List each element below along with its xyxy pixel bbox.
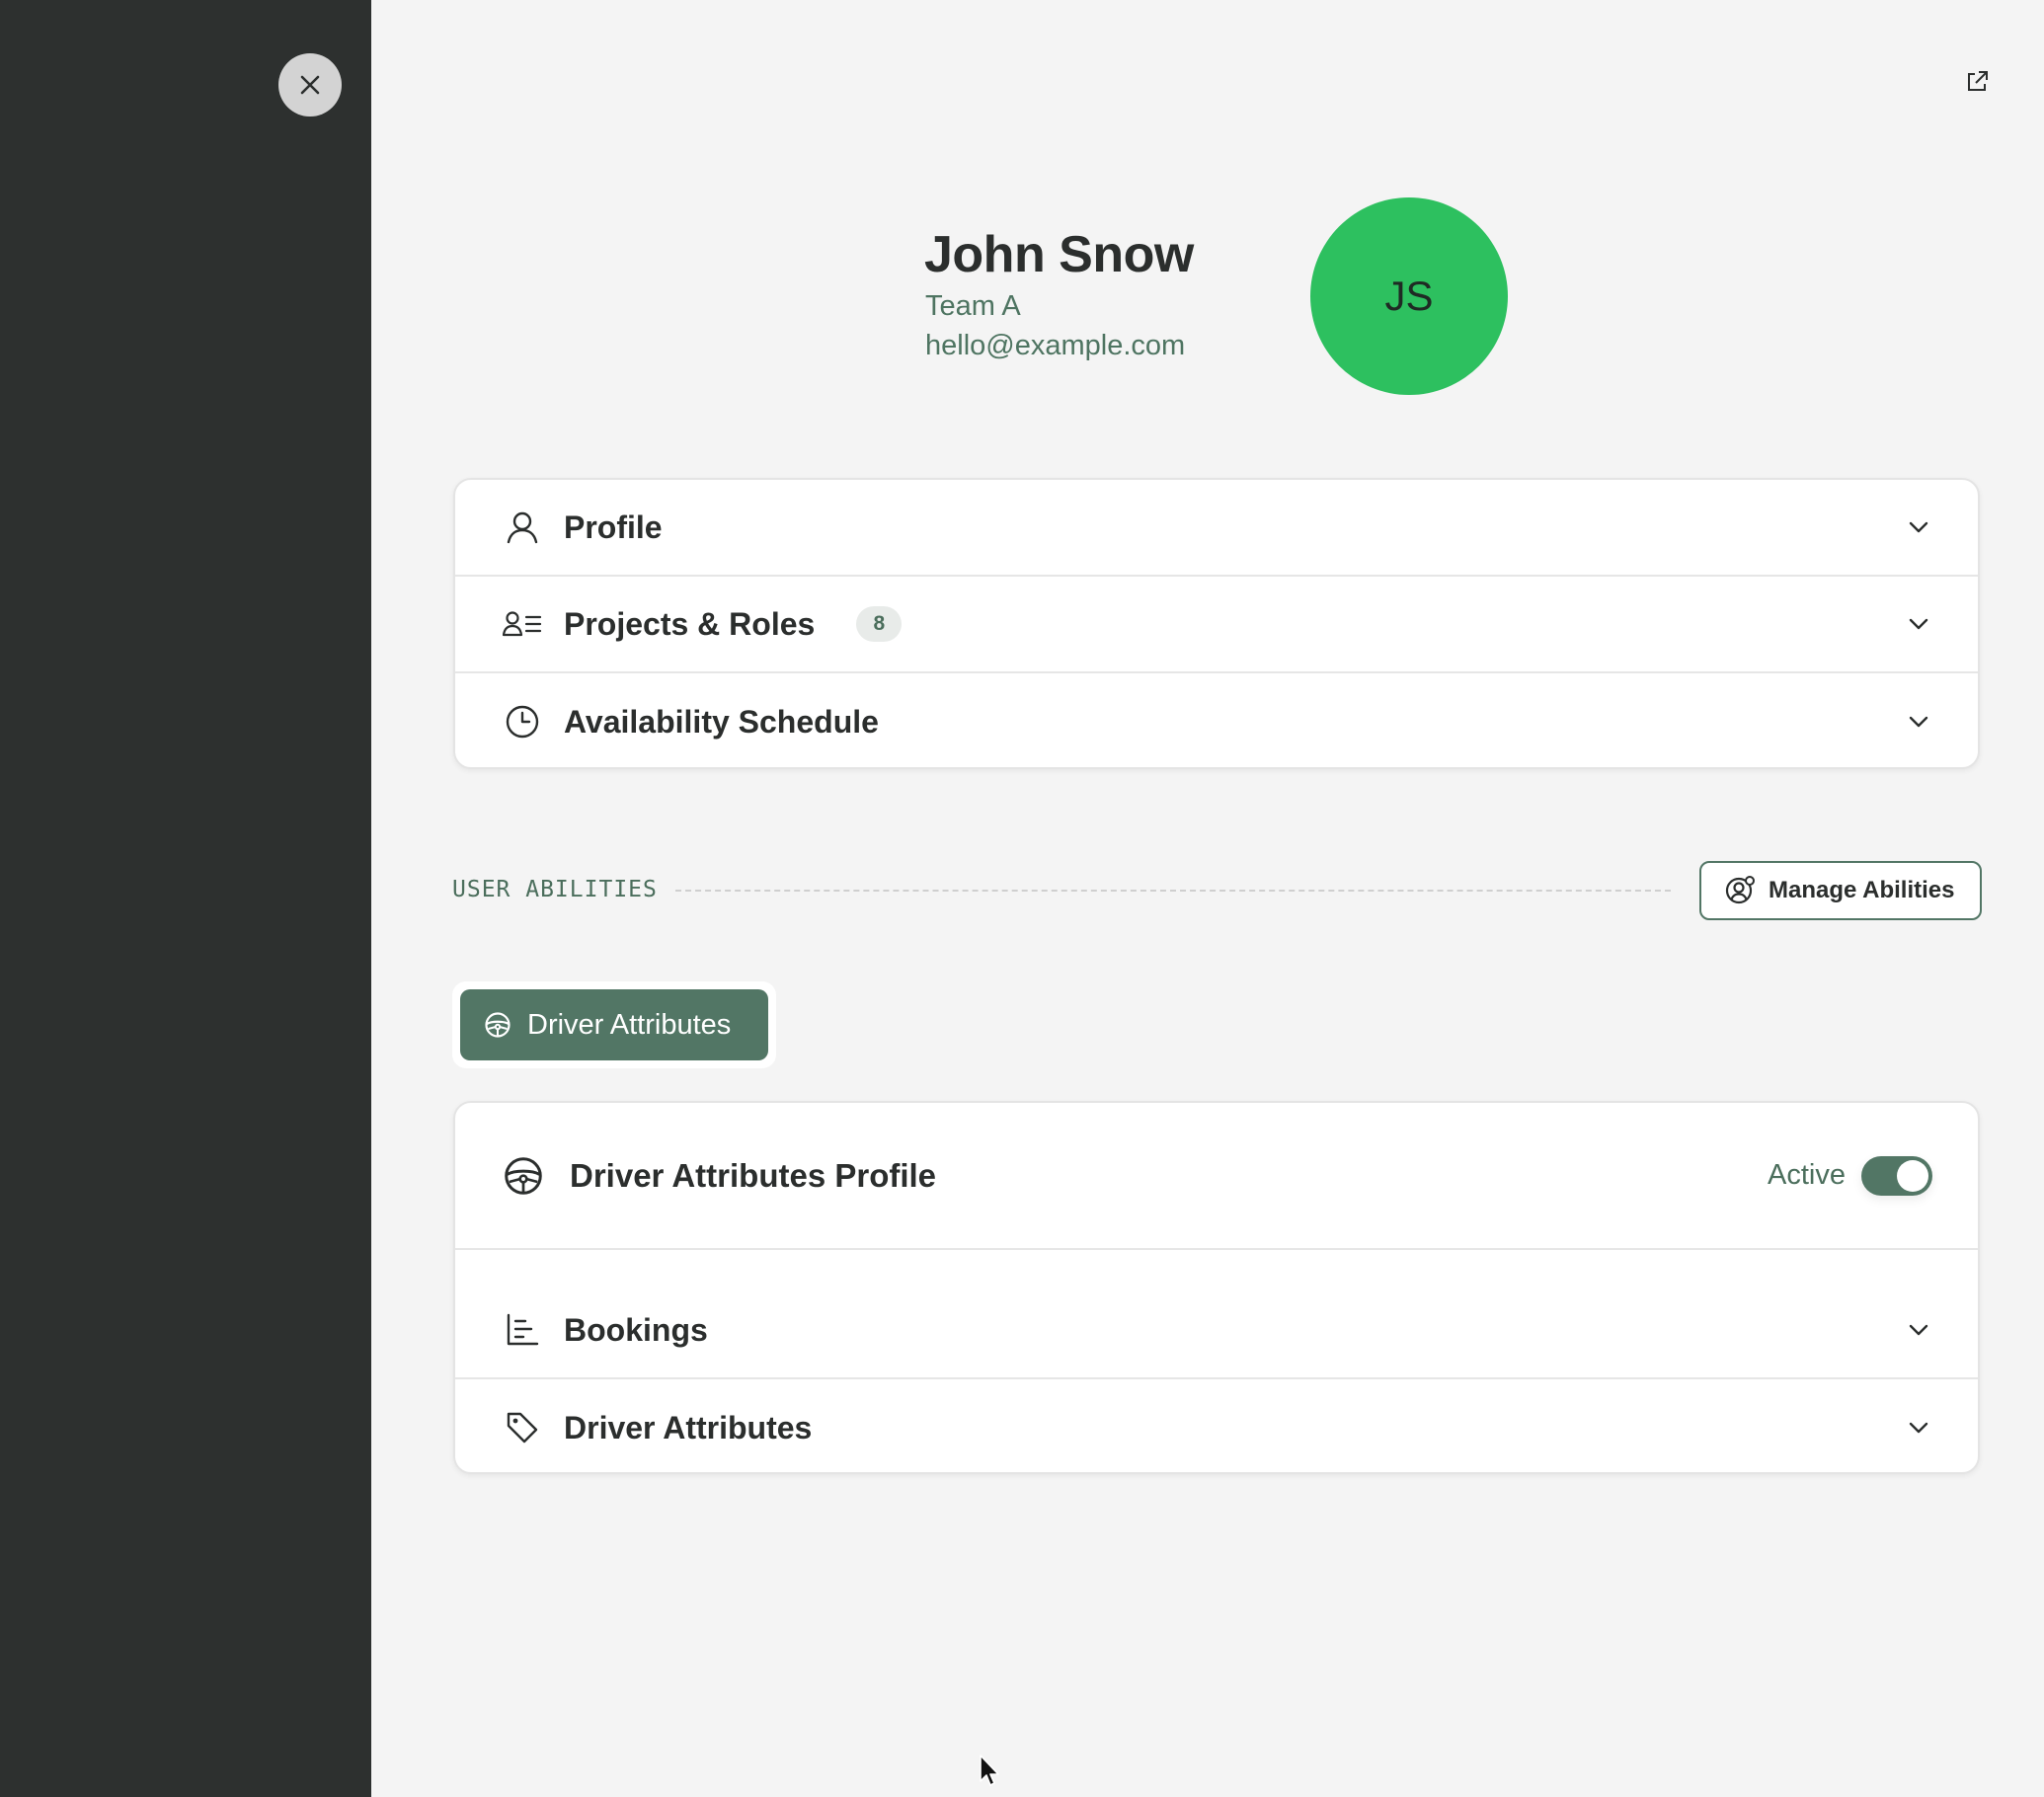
active-toggle[interactable] [1861, 1155, 1932, 1196]
chevron-down-icon [1905, 610, 1932, 638]
chevron-down-icon [1905, 1414, 1932, 1442]
modal-backdrop[interactable] [0, 0, 371, 1797]
user-team: Team A [925, 290, 1021, 322]
manage-abilities-button[interactable]: Manage Abilities [1699, 861, 1982, 920]
mouse-cursor-icon [980, 1755, 999, 1786]
tab-label: Driver Attributes [527, 1008, 732, 1041]
close-icon [300, 75, 320, 95]
accordion-item-projects-roles[interactable]: Projects & Roles 8 [455, 577, 1978, 673]
avatar: JS [1310, 197, 1508, 395]
driver-profile-header: Driver Attributes Profile Active [455, 1103, 1978, 1250]
accordion-item-availability-schedule[interactable]: Availability Schedule [455, 673, 1978, 767]
tag-icon [503, 1408, 542, 1447]
accordion-item-label: Profile [564, 508, 663, 545]
close-button[interactable] [278, 53, 342, 117]
manage-abilities-label: Manage Abilities [1769, 877, 1955, 903]
count-badge: 8 [856, 606, 903, 642]
chevron-down-icon [1905, 708, 1932, 736]
steering-wheel-icon [485, 1012, 511, 1038]
accordion-item-label: Projects & Roles [564, 605, 816, 642]
user-icon [503, 508, 542, 547]
accordion-item-label: Bookings [564, 1311, 708, 1348]
accordion-item-label: Driver Attributes [564, 1409, 813, 1445]
user-info-accordion: Profile Projects & Roles 8 Availability … [453, 478, 1980, 769]
toggle-knob [1897, 1159, 1928, 1192]
chevron-down-icon [1905, 513, 1932, 541]
user-settings-icon [1725, 876, 1755, 904]
status-label: Active [1768, 1159, 1846, 1191]
steering-wheel-icon [505, 1156, 542, 1195]
user-email: hello@example.com [925, 330, 1186, 361]
driver-profile-title: Driver Attributes Profile [570, 1156, 937, 1194]
ability-tabs: Driver Attributes [452, 981, 776, 1068]
tab-driver-attributes[interactable]: Driver Attributes [460, 989, 768, 1060]
external-link-icon [1968, 71, 1988, 91]
clock-icon [503, 702, 542, 742]
driver-attributes-profile-card: Driver Attributes Profile Active Booking… [453, 1101, 1980, 1474]
avatar-initials: JS [1384, 273, 1434, 319]
chevron-down-icon [1905, 1316, 1932, 1344]
open-in-new-button[interactable] [1962, 67, 1992, 97]
accordion-item-driver-attributes[interactable]: Driver Attributes [455, 1379, 1978, 1472]
accordion-item-bookings[interactable]: Bookings [455, 1283, 1978, 1379]
chart-list-icon [503, 1310, 542, 1350]
user-list-icon [503, 604, 542, 644]
section-divider [675, 890, 1671, 892]
user-name: John Snow [924, 226, 1194, 283]
section-title-user-abilities: USER ABILITIES [452, 877, 658, 902]
accordion-item-profile[interactable]: Profile [455, 480, 1978, 577]
accordion-item-label: Availability Schedule [564, 703, 879, 740]
